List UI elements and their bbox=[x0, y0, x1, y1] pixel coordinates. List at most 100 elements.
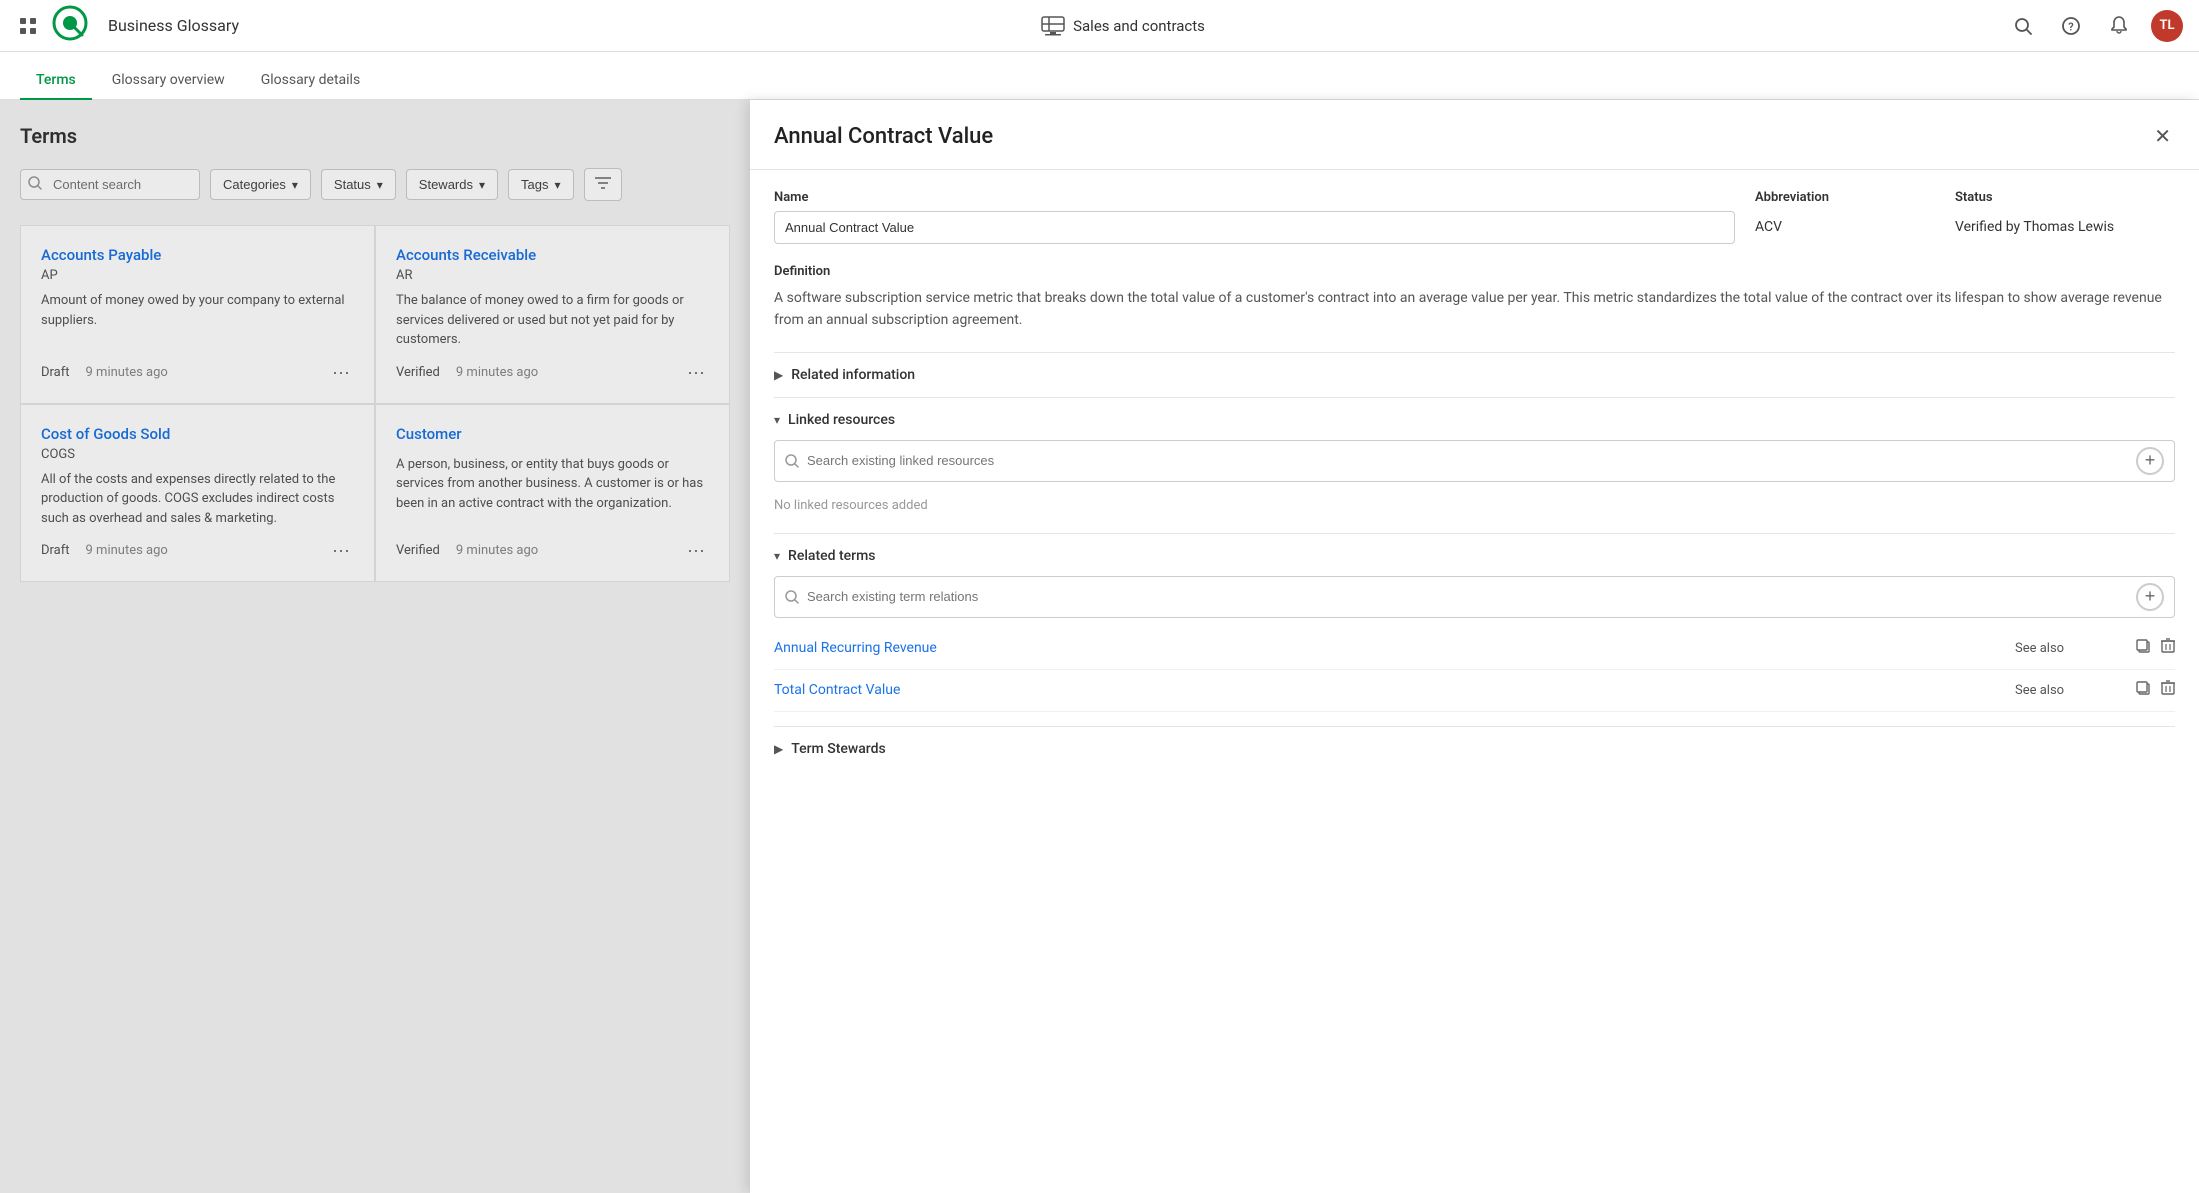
nav-icons: ? TL bbox=[2007, 10, 2183, 42]
term-name-accounts-payable[interactable]: Accounts Payable bbox=[41, 246, 354, 264]
related-term-actions-1 bbox=[2135, 680, 2175, 701]
status-filter[interactable]: Status ▾ bbox=[321, 169, 396, 200]
related-term-copy-button-1[interactable] bbox=[2135, 680, 2151, 701]
chevron-right-icon: ▶ bbox=[774, 368, 783, 382]
term-abbr-0: AP bbox=[41, 268, 354, 283]
term-desc-2: All of the costs and expenses directly r… bbox=[41, 470, 354, 529]
tab-terms[interactable]: Terms bbox=[20, 62, 92, 100]
grid-menu-button[interactable] bbox=[16, 14, 40, 38]
term-status-2: Draft bbox=[41, 543, 70, 558]
term-status-3: Verified bbox=[396, 543, 440, 558]
term-name-customer[interactable]: Customer bbox=[396, 425, 709, 443]
notification-button[interactable] bbox=[2103, 10, 2135, 42]
chevron-down-icon: ▾ bbox=[774, 413, 780, 427]
term-stewards-label: Term Stewards bbox=[791, 741, 886, 757]
tabs-bar: Terms Glossary overview Glossary details bbox=[0, 52, 2199, 100]
term-status-0: Draft bbox=[41, 365, 70, 380]
content-search-input[interactable] bbox=[20, 169, 200, 200]
filter-bar: Categories ▾ Status ▾ Stewards ▾ Tags ▾ bbox=[20, 168, 730, 201]
term-stewards-toggle[interactable]: ▶ Term Stewards bbox=[774, 741, 2175, 757]
name-field-input[interactable] bbox=[774, 211, 1735, 244]
stewards-filter[interactable]: Stewards ▾ bbox=[406, 169, 498, 200]
linked-resources-search-input[interactable] bbox=[807, 453, 2128, 468]
glossary-center-icon bbox=[1041, 16, 1065, 36]
user-avatar[interactable]: TL bbox=[2151, 10, 2183, 42]
field-group-abbr: Abbreviation ACV bbox=[1755, 190, 1935, 244]
chevron-down-icon: ▾ bbox=[774, 549, 780, 563]
related-terms-label: Related terms bbox=[788, 548, 875, 564]
term-card-accounts-payable: Accounts Payable AP Amount of money owed… bbox=[20, 225, 375, 404]
app-title: Business Glossary bbox=[108, 16, 239, 35]
search-input-wrap bbox=[20, 169, 200, 200]
related-term-delete-button-0[interactable] bbox=[2161, 638, 2175, 659]
chevron-down-icon: ▾ bbox=[377, 178, 383, 192]
status-field-label: Status bbox=[1955, 190, 2175, 205]
linked-resources-add-button[interactable]: + bbox=[2136, 447, 2164, 475]
related-term-relation-1: See also bbox=[2015, 683, 2135, 698]
modal-panel: Annual Contract Value ✕ Name Abbreviatio… bbox=[750, 100, 2199, 1193]
tab-glossary-overview[interactable]: Glossary overview bbox=[96, 62, 241, 100]
linked-resources-section: ▾ Linked resources + No linked resources… bbox=[774, 397, 2175, 533]
modal-body: Name Abbreviation ACV Status Verified by… bbox=[750, 170, 2199, 1193]
related-term-delete-button-1[interactable] bbox=[2161, 680, 2175, 701]
linked-resources-toggle[interactable]: ▾ Linked resources bbox=[774, 412, 2175, 428]
nav-center-label: Sales and contracts bbox=[1073, 17, 1205, 35]
term-footer-0: Draft 9 minutes ago ··· bbox=[41, 362, 354, 383]
term-desc-0: Amount of money owed by your company to … bbox=[41, 291, 354, 350]
term-time-2: 9 minutes ago bbox=[86, 543, 168, 558]
related-terms-search-wrap: + bbox=[774, 576, 2175, 618]
related-terms-add-button[interactable]: + bbox=[2136, 583, 2164, 611]
definition-section: Definition A software subscription servi… bbox=[774, 264, 2175, 332]
term-card-customer: Customer A person, business, or entity t… bbox=[375, 404, 730, 583]
field-row: Name Abbreviation ACV Status Verified by… bbox=[774, 190, 2175, 244]
help-button[interactable]: ? bbox=[2055, 10, 2087, 42]
name-field-label: Name bbox=[774, 190, 1735, 205]
term-more-button-3[interactable]: ··· bbox=[683, 540, 709, 561]
related-terms-section: ▾ Related terms + Annual Recurring bbox=[774, 533, 2175, 726]
term-abbr-1: AR bbox=[396, 268, 709, 283]
linked-search-icon bbox=[785, 454, 799, 468]
terms-grid: Accounts Payable AP Amount of money owed… bbox=[20, 225, 730, 582]
term-time-1: 9 minutes ago bbox=[456, 365, 538, 380]
top-nav: Business Glossary Sales and contracts ? bbox=[0, 0, 2199, 52]
modal-header: Annual Contract Value ✕ bbox=[750, 100, 2199, 170]
related-term-name-1[interactable]: Total Contract Value bbox=[774, 682, 2015, 698]
related-term-copy-button-0[interactable] bbox=[2135, 638, 2151, 659]
term-desc-1: The balance of money owed to a firm for … bbox=[396, 291, 709, 350]
term-more-button-2[interactable]: ··· bbox=[328, 540, 354, 561]
tab-glossary-details[interactable]: Glossary details bbox=[245, 62, 377, 100]
related-term-name-0[interactable]: Annual Recurring Revenue bbox=[774, 640, 2015, 656]
chevron-right-icon: ▶ bbox=[774, 742, 783, 756]
term-name-accounts-receivable[interactable]: Accounts Receivable bbox=[396, 246, 709, 264]
term-more-button-0[interactable]: ··· bbox=[328, 362, 354, 383]
term-card-cost-of-goods-sold: Cost of Goods Sold COGS All of the costs… bbox=[20, 404, 375, 583]
related-terms-search-input[interactable] bbox=[807, 589, 2128, 604]
term-footer-3: Verified 9 minutes ago ··· bbox=[396, 540, 709, 561]
field-group-name: Name bbox=[774, 190, 1735, 244]
nav-center-section: Sales and contracts bbox=[1041, 16, 1205, 36]
term-stewards-section: ▶ Term Stewards bbox=[774, 726, 2175, 771]
term-status-1: Verified bbox=[396, 365, 440, 380]
term-name-cost-of-goods-sold[interactable]: Cost of Goods Sold bbox=[41, 425, 354, 443]
related-terms-toggle[interactable]: ▾ Related terms bbox=[774, 548, 2175, 564]
related-term-row-0: Annual Recurring Revenue See also bbox=[774, 628, 2175, 670]
page-title: Terms bbox=[20, 124, 730, 148]
chevron-down-icon: ▾ bbox=[479, 178, 485, 192]
abbr-field-label: Abbreviation bbox=[1755, 190, 1935, 205]
categories-filter[interactable]: Categories ▾ bbox=[210, 169, 311, 200]
related-info-toggle[interactable]: ▶ Related information bbox=[774, 367, 2175, 383]
chevron-down-icon: ▾ bbox=[555, 178, 561, 192]
term-time-3: 9 minutes ago bbox=[456, 543, 538, 558]
linked-resources-label: Linked resources bbox=[788, 412, 895, 428]
term-more-button-1[interactable]: ··· bbox=[683, 362, 709, 383]
definition-label: Definition bbox=[774, 264, 2175, 279]
advanced-filter-button[interactable] bbox=[584, 168, 622, 201]
related-info-label: Related information bbox=[791, 367, 915, 383]
term-footer-1: Verified 9 minutes ago ··· bbox=[396, 362, 709, 383]
term-abbr-2: COGS bbox=[41, 447, 354, 462]
modal-close-button[interactable]: ✕ bbox=[2150, 120, 2175, 153]
related-terms-search-icon bbox=[785, 590, 799, 604]
tags-filter[interactable]: Tags ▾ bbox=[508, 169, 574, 200]
search-button[interactable] bbox=[2007, 10, 2039, 42]
linked-search-wrap: + bbox=[774, 440, 2175, 482]
